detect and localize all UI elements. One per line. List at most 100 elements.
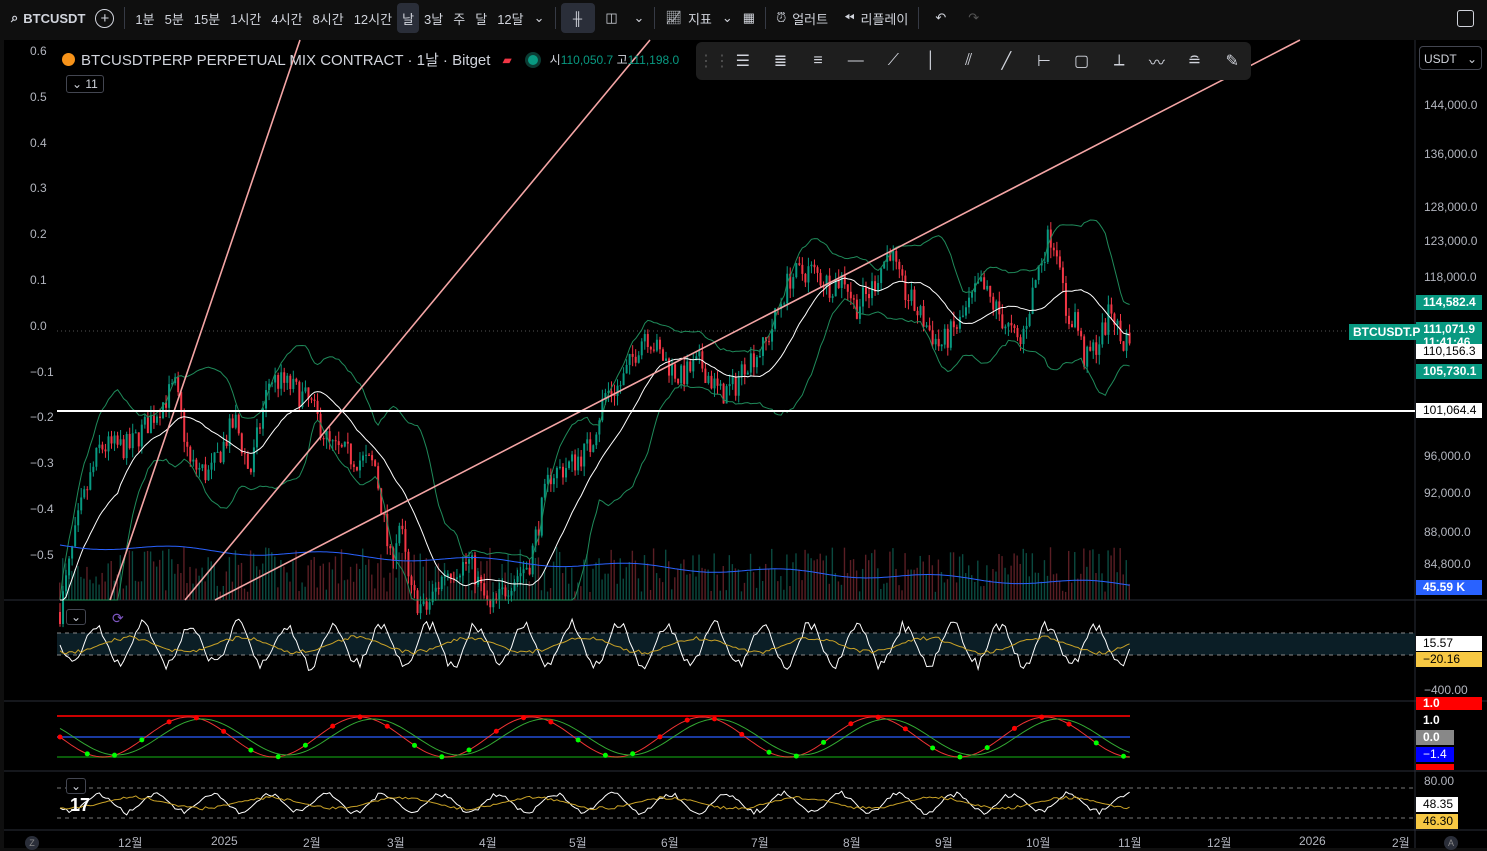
brush-icon[interactable]: ✎ — [1213, 42, 1251, 80]
line-icon[interactable]: ╱ — [987, 42, 1025, 80]
volume-bar — [201, 567, 203, 600]
rectangle-icon[interactable]: ▢ — [1063, 42, 1101, 80]
tradingview-logo: 17 — [70, 795, 91, 815]
candle-body — [1125, 332, 1128, 351]
volume-bar — [489, 547, 491, 600]
candle-body — [1013, 325, 1016, 329]
volume-bar — [898, 585, 900, 600]
pane4-collapse-button[interactable]: ⌄ — [66, 778, 87, 794]
horizontal-ray-icon[interactable]: — — [837, 42, 875, 80]
candle-body — [1083, 336, 1086, 367]
candle-body — [1007, 322, 1010, 327]
pane3-signal-dot — [493, 728, 499, 734]
volume-bar — [604, 573, 606, 600]
volume-bar — [1004, 567, 1006, 600]
candle-body — [65, 575, 68, 592]
volume-bar — [1116, 572, 1118, 600]
candle-body — [646, 334, 649, 347]
volume-bar — [668, 561, 670, 600]
volume-bar — [746, 571, 749, 600]
volume-bar — [319, 565, 321, 600]
currency-label: USDT — [1424, 52, 1457, 66]
candle-body — [410, 576, 413, 586]
volume-bar — [652, 548, 655, 600]
candle-body — [413, 585, 416, 591]
candle-body — [68, 558, 71, 576]
price-range-icon[interactable]: ⟂ — [1100, 42, 1138, 80]
pane3-signal-dot — [521, 715, 527, 721]
fib-icon[interactable]: ≘ — [1176, 42, 1214, 80]
volume-bar — [640, 591, 643, 600]
pane2-collapse-button[interactable]: ⌄ — [66, 609, 87, 625]
refresh-icon[interactable]: ⟳ — [112, 610, 124, 627]
volume-bar — [174, 573, 176, 600]
volume-bar — [777, 581, 779, 600]
date-range-icon[interactable]: ⊢ — [1025, 42, 1063, 80]
candle-body — [1022, 328, 1025, 345]
currency-select[interactable]: USDT ⌄ — [1419, 46, 1482, 70]
volume-bar — [107, 563, 109, 600]
volume-bar — [713, 553, 715, 600]
time-axis-label: 7월 — [751, 836, 769, 850]
pane3-signal-dot — [548, 719, 554, 725]
pane3-signal-dot — [139, 737, 145, 743]
parallel-channel-icon[interactable]: ≣ — [762, 42, 800, 80]
volume-bar — [813, 560, 815, 600]
candle-body — [783, 303, 786, 305]
chart-canvas[interactable] — [0, 0, 1487, 848]
vertical-line-icon[interactable]: │ — [912, 42, 950, 80]
volume-bar — [343, 580, 346, 600]
candle-body — [295, 378, 298, 382]
candle-body — [468, 559, 471, 564]
volume-bar — [916, 567, 918, 600]
trend-line-icon[interactable]: ⟋ — [875, 42, 913, 80]
fib-channel-icon[interactable]: ≡ — [799, 42, 837, 80]
volume-bar — [162, 550, 164, 600]
candle-body — [349, 443, 352, 465]
candle-body — [216, 451, 219, 453]
volume-bar — [728, 555, 731, 600]
left-axis-label: 0.3 — [30, 181, 47, 196]
candle-body — [665, 358, 667, 361]
flag-icon[interactable]: ▰ — [502, 53, 511, 67]
volume-bar — [889, 551, 891, 600]
candle-body — [1061, 267, 1064, 284]
horizontal-lines-icon[interactable]: ☰ — [724, 42, 762, 80]
path-icon[interactable]: 〰 — [1138, 42, 1176, 80]
volume-bar — [322, 563, 325, 600]
volume-bar — [571, 567, 573, 600]
candle-body — [104, 449, 107, 452]
candle-body — [443, 576, 446, 578]
volume-bar — [86, 566, 88, 600]
volume-bar — [749, 553, 752, 600]
candle-body — [125, 434, 128, 459]
left-axis-label: 0.0 — [30, 318, 47, 333]
volume-bar — [471, 590, 473, 600]
candle-body — [128, 434, 131, 449]
legend-collapse-button[interactable]: ⌄ 11 — [66, 75, 104, 93]
pane4-signal-tag: 46.30 — [1416, 814, 1458, 829]
pane3-signal-dot — [902, 726, 908, 732]
pane3-signal-dot — [575, 737, 581, 743]
candle-body — [964, 307, 967, 316]
parallel-lines-icon[interactable]: ⫽ — [950, 42, 988, 80]
candle-body — [237, 414, 240, 434]
volume-bar — [1071, 582, 1073, 600]
volume-bar — [610, 549, 612, 600]
candle-body — [943, 328, 946, 345]
volume-bar — [1092, 549, 1094, 600]
volume-bar — [561, 573, 564, 600]
volume-bar — [1022, 548, 1024, 600]
candle-body — [510, 590, 513, 596]
volume-bar — [128, 550, 131, 600]
pane3-signal-dot — [248, 747, 254, 753]
volume-bar — [801, 580, 803, 600]
volume-bar — [922, 561, 924, 600]
volume-bar — [716, 574, 718, 600]
volume-bar — [1016, 555, 1018, 600]
time-axis-label: 2월 — [1392, 836, 1410, 850]
candle-body — [616, 385, 619, 397]
candle-body — [213, 452, 216, 463]
drag-handle-icon[interactable]: ⋮⋮ — [698, 42, 730, 80]
candle-body — [298, 381, 301, 408]
